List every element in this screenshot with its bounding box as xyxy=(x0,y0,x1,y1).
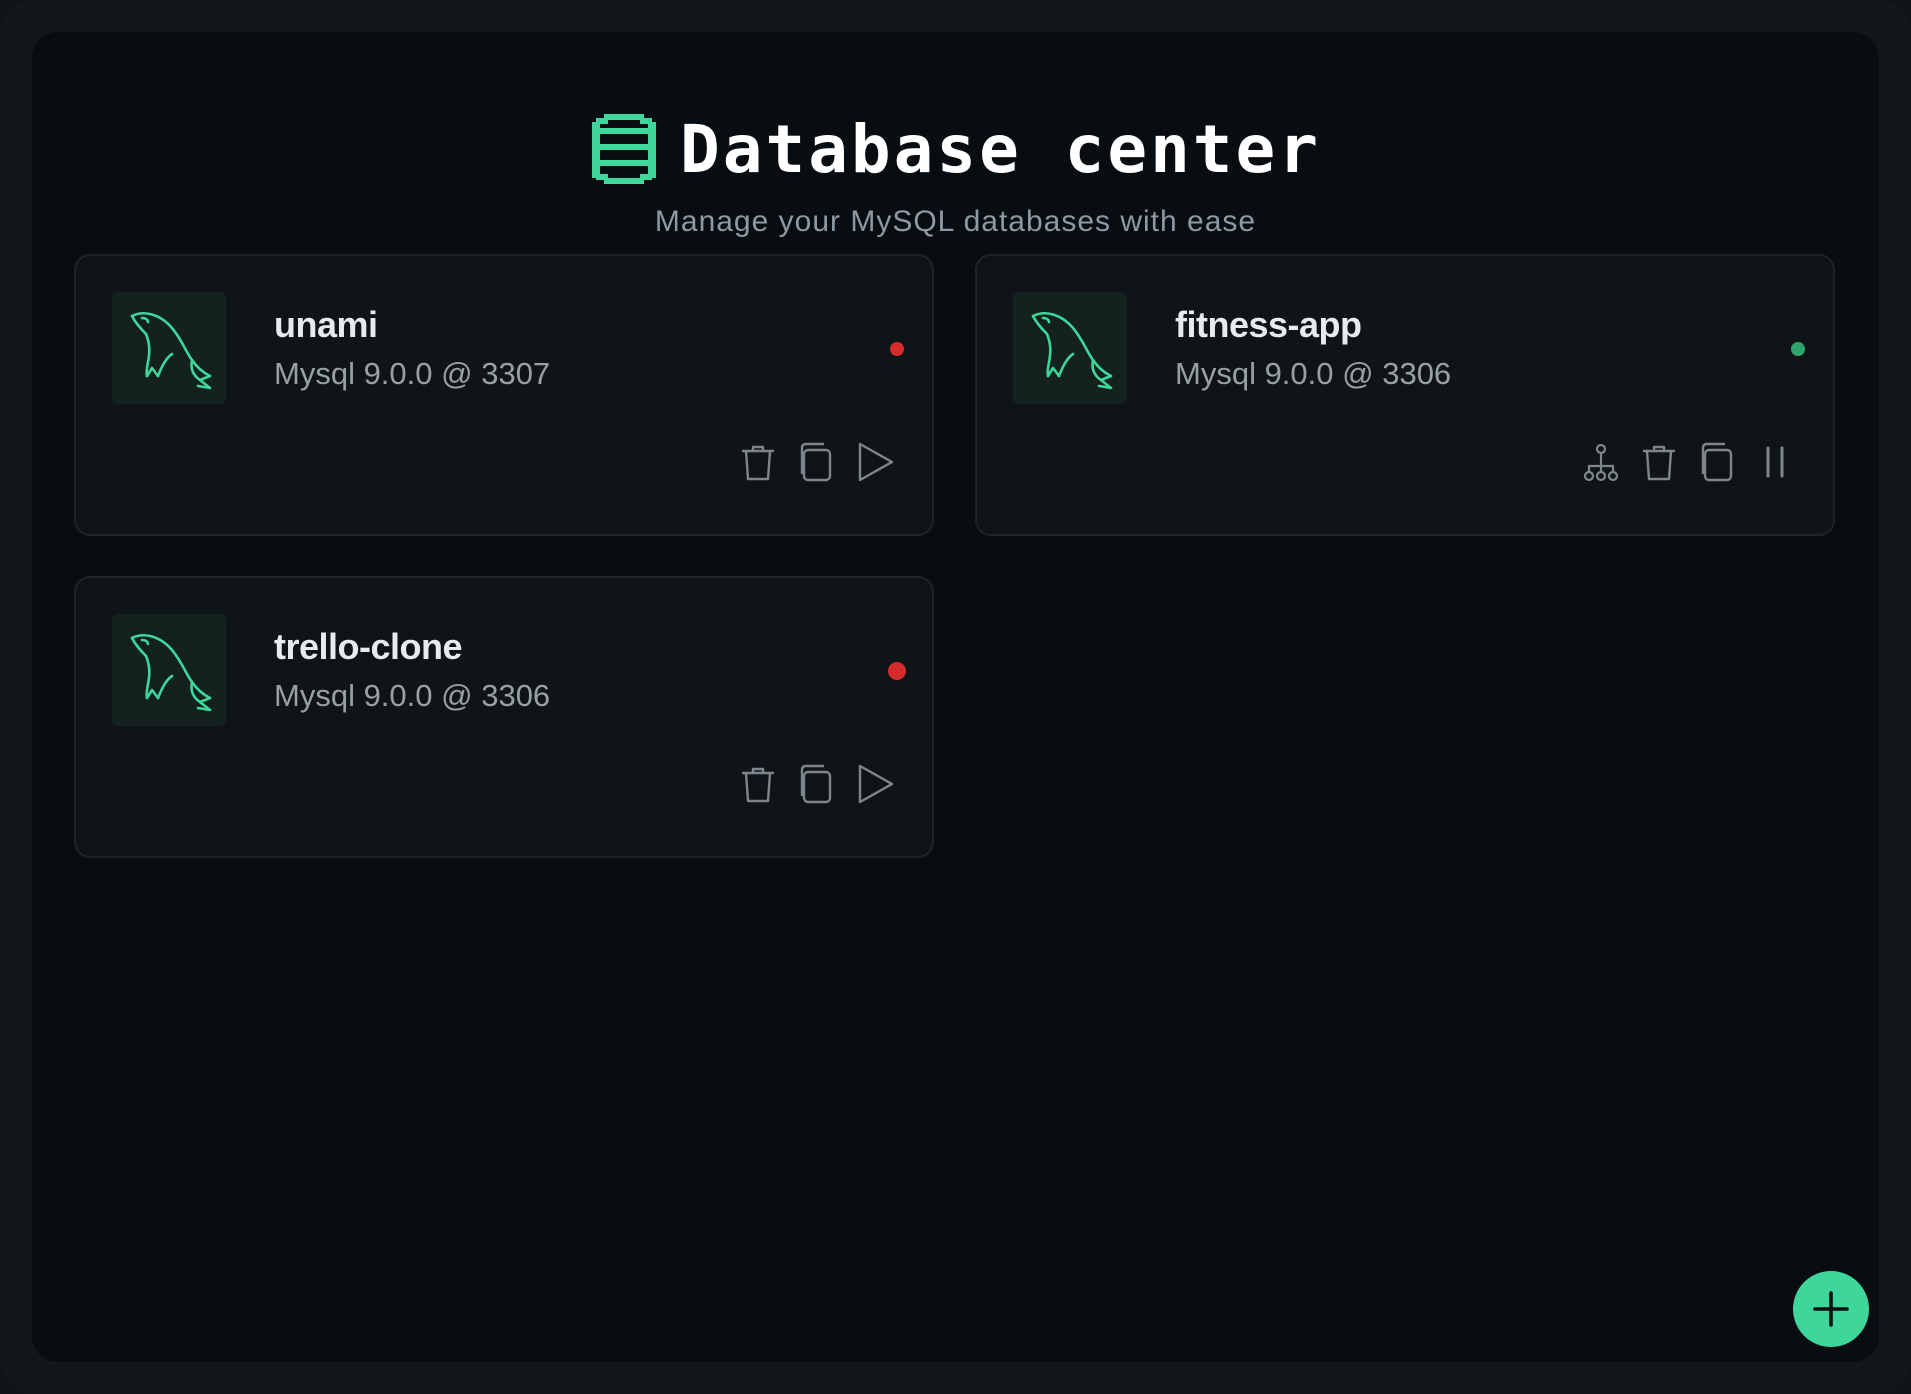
page-subtitle: Manage your MySQL databases with ease xyxy=(654,205,1257,238)
pause-icon xyxy=(1766,446,1784,478)
database-name: unami xyxy=(274,304,378,345)
mysql-logo xyxy=(1013,292,1127,404)
plus-icon xyxy=(1813,1291,1849,1327)
main-panel: Database center Manage your MySQL databa… xyxy=(32,32,1879,1362)
database-meta: Mysql 9.0.0 @ 3306 xyxy=(1175,356,1452,391)
database-icon xyxy=(591,114,656,184)
trash-icon xyxy=(1642,445,1676,481)
status-indicator-stopped xyxy=(888,662,906,680)
status-indicator-stopped xyxy=(890,342,904,356)
page-title: Database center xyxy=(679,111,1322,188)
database-meta: Mysql 9.0.0 @ 3307 xyxy=(274,356,551,391)
app-window: Database center Manage your MySQL databa… xyxy=(0,0,1911,1394)
dolphin-icon xyxy=(120,622,220,722)
start-button[interactable] xyxy=(852,440,896,484)
pause-button[interactable] xyxy=(1753,440,1797,484)
database-name: trello-clone xyxy=(274,626,463,667)
delete-button[interactable] xyxy=(736,440,780,484)
play-icon xyxy=(858,442,894,482)
database-name: fitness-app xyxy=(1175,304,1362,345)
database-card-fitness-app[interactable]: fitness-app Mysql 9.0.0 @ 3306 xyxy=(975,254,1835,536)
database-card-unami[interactable]: unami Mysql 9.0.0 @ 3307 xyxy=(74,254,934,536)
dolphin-icon xyxy=(120,300,220,400)
trash-icon xyxy=(741,445,775,481)
copy-icon xyxy=(1701,442,1733,482)
connections-button[interactable] xyxy=(1579,440,1623,484)
play-icon xyxy=(858,764,894,804)
mysql-logo xyxy=(112,292,226,404)
network-icon xyxy=(1583,443,1619,482)
delete-button[interactable] xyxy=(1637,440,1681,484)
delete-button[interactable] xyxy=(736,762,780,806)
card-actions xyxy=(736,440,896,484)
dolphin-icon xyxy=(1021,300,1121,400)
add-database-button[interactable] xyxy=(1793,1271,1869,1347)
card-actions xyxy=(736,762,896,806)
database-card-trello-clone[interactable]: trello-clone Mysql 9.0.0 @ 3306 xyxy=(74,576,934,858)
mysql-logo xyxy=(112,614,226,726)
copy-button[interactable] xyxy=(794,762,838,806)
copy-button[interactable] xyxy=(794,440,838,484)
database-meta: Mysql 9.0.0 @ 3306 xyxy=(274,678,551,713)
start-button[interactable] xyxy=(852,762,896,806)
trash-icon xyxy=(741,767,775,803)
status-indicator-running xyxy=(1791,342,1805,356)
copy-icon xyxy=(800,442,832,482)
copy-icon xyxy=(800,764,832,804)
card-actions xyxy=(1579,440,1797,484)
copy-button[interactable] xyxy=(1695,440,1739,484)
page-header: Database center xyxy=(32,112,1879,188)
